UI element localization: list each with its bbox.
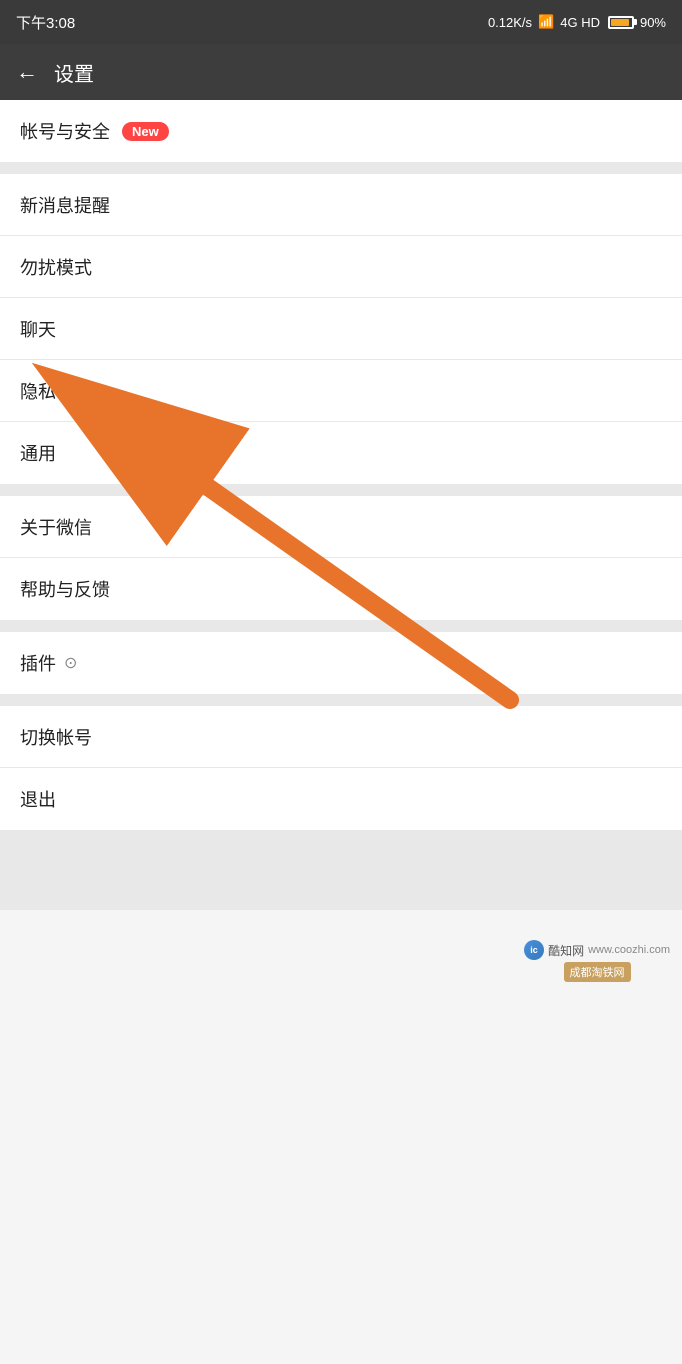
menu-item-logout[interactable]: 退出 <box>0 768 682 830</box>
new-badge: New <box>122 122 169 141</box>
menu-item-chat[interactable]: 聊天 <box>0 298 682 360</box>
new-message-label: 新消息提醒 <box>20 192 110 218</box>
help-feedback-label: 帮助与反馈 <box>20 576 110 602</box>
plugins-label: 插件 <box>20 650 56 676</box>
watermark-site1: 酷知网 <box>548 942 584 959</box>
section-divider-4 <box>0 694 682 706</box>
section-divider-1 <box>0 162 682 174</box>
account-switch-group: 切换帐号 退出 <box>0 706 682 830</box>
menu-item-plugins[interactable]: 插件 ⊙ <box>0 632 682 694</box>
watermark-line-2: 成都淘铁网 <box>564 962 631 982</box>
menu-item-switch-account[interactable]: 切换帐号 <box>0 706 682 768</box>
watermark-logo: ic <box>524 940 544 960</box>
account-security-label: 帐号与安全 <box>20 118 110 144</box>
general-label: 通用 <box>20 440 56 466</box>
network-speed: 0.12K/s <box>488 15 532 30</box>
menu-item-privacy[interactable]: 隐私 <box>0 360 682 422</box>
about-group: 关于微信 帮助与反馈 <box>0 496 682 620</box>
signal-icon: 📶 <box>538 14 554 30</box>
menu-item-new-message[interactable]: 新消息提醒 <box>0 174 682 236</box>
notification-group: 新消息提醒 勿扰模式 聊天 隐私 通用 <box>0 174 682 484</box>
battery-icon <box>608 16 634 29</box>
status-right: 0.12K/s 📶 4G HD 90% <box>488 14 666 30</box>
menu-item-account-security[interactable]: 帐号与安全 New <box>0 100 682 162</box>
section-divider-2 <box>0 484 682 496</box>
menu-item-general[interactable]: 通用 <box>0 422 682 484</box>
watermark: ic 酷知网 www.coozhi.com 成都淘铁网 <box>524 940 670 982</box>
logout-label: 退出 <box>20 786 56 812</box>
network-type: 4G HD <box>560 15 600 30</box>
content-area: 帐号与安全 New 新消息提醒 勿扰模式 聊天 隐私 通用 关于微信 帮助与反馈 <box>0 100 682 990</box>
menu-item-dnd-mode[interactable]: 勿扰模式 <box>0 236 682 298</box>
battery-fill <box>611 19 629 26</box>
section-divider-5 <box>0 830 682 910</box>
header: ← 设置 <box>0 44 682 100</box>
section-divider-3 <box>0 620 682 632</box>
switch-account-label: 切换帐号 <box>20 724 92 750</box>
watermark-url: www.coozhi.com <box>588 944 670 956</box>
account-group: 帐号与安全 New <box>0 100 682 162</box>
watermark-area: ic 酷知网 www.coozhi.com 成都淘铁网 <box>0 910 682 990</box>
back-button[interactable]: ← <box>16 61 38 83</box>
menu-item-about-wechat[interactable]: 关于微信 <box>0 496 682 558</box>
battery-percent: 90% <box>640 15 666 30</box>
page-title: 设置 <box>54 58 94 87</box>
chat-label: 聊天 <box>20 316 56 342</box>
watermark-line-1: ic 酷知网 www.coozhi.com <box>524 940 670 960</box>
watermark-site2: 成都淘铁网 <box>564 962 631 982</box>
menu-item-help-feedback[interactable]: 帮助与反馈 <box>0 558 682 620</box>
dnd-mode-label: 勿扰模式 <box>20 254 92 280</box>
plugin-settings-icon: ⊙ <box>64 653 77 673</box>
plugin-group: 插件 ⊙ <box>0 632 682 694</box>
status-bar: 下午3:08 0.12K/s 📶 4G HD 90% <box>0 0 682 44</box>
about-wechat-label: 关于微信 <box>20 514 92 540</box>
status-time: 下午3:08 <box>16 12 75 33</box>
privacy-label: 隐私 <box>20 378 56 404</box>
